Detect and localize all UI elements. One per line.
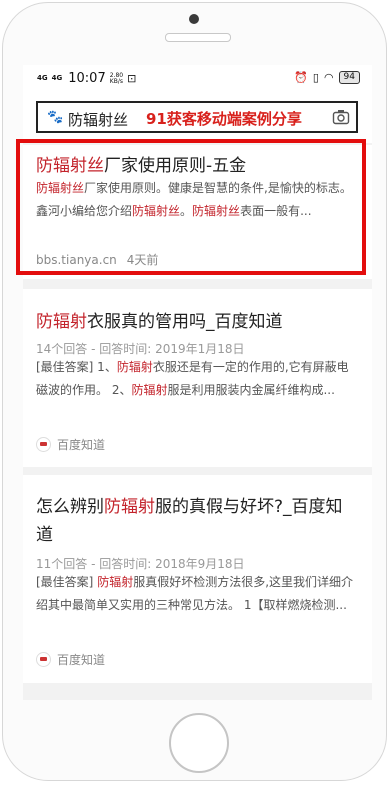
source-name: 百度知道 bbox=[57, 653, 106, 667]
result-meta: 11个回答 - 回答时间: 2018年9月18日 bbox=[36, 557, 245, 571]
result-title[interactable]: 怎么辨别防辐射服的真假与好坏?_百度知道 bbox=[36, 493, 356, 549]
result-snippet: [最佳答案] 1、防辐射衣服还是有一定的作用的,它有屏蔽电磁波的作用。 2、防辐… bbox=[36, 356, 356, 402]
title-text: 怎么辨别 bbox=[36, 497, 104, 517]
result-snippet: [最佳答案] 防辐射服真假好坏检测方法很多,这里我们详细介绍其中最简单又实用的三… bbox=[36, 571, 356, 617]
status-bar: 4G 4G 10:07 2.80 KB/s ⊡ ⏰ ▯ ◠ 94 bbox=[23, 65, 372, 93]
overlay-caption: 91获客移动端案例分享 bbox=[146, 110, 302, 128]
result-source: 百度知道 bbox=[36, 651, 105, 668]
search-input[interactable]: 🐾 防辐射丝 91获客移动端案例分享 bbox=[36, 101, 358, 133]
phone-frame: 4G 4G 10:07 2.80 KB/s ⊡ ⏰ ▯ ◠ 94 🐾 防辐射丝 … bbox=[2, 2, 387, 781]
alarm-icon: ⏰ bbox=[294, 71, 308, 84]
network-indicator-1: 4G bbox=[37, 74, 48, 82]
earpiece-speaker bbox=[165, 33, 231, 42]
highlight-box bbox=[16, 139, 366, 275]
title-keyword: 防辐射 bbox=[104, 497, 155, 517]
snippet-keyword: 防辐射 bbox=[116, 360, 153, 374]
search-query: 防辐射丝 bbox=[68, 111, 129, 129]
home-button[interactable] bbox=[169, 713, 229, 773]
result-source: 百度知道 bbox=[36, 436, 105, 453]
snippet-keyword: 防辐射 bbox=[131, 383, 168, 397]
battery-indicator: 94 bbox=[338, 71, 360, 84]
snippet-keyword: 防辐射 bbox=[97, 575, 134, 589]
clock: 10:07 bbox=[68, 71, 106, 86]
snippet-text: [最佳答案] 1、 bbox=[36, 360, 117, 374]
result-title[interactable]: 防辐射衣服真的管用吗_百度知道 bbox=[36, 307, 283, 332]
snippet-text: [最佳答案] bbox=[36, 575, 98, 589]
notification-icon: ⊡ bbox=[127, 72, 137, 85]
snippet-text: 服是利用服装内金属纤维构成... bbox=[167, 383, 335, 397]
title-keyword: 防辐射 bbox=[36, 312, 87, 332]
baidu-paw-icon: 🐾 bbox=[47, 110, 64, 125]
title-text: 衣服真的管用吗_百度知道 bbox=[87, 312, 283, 332]
network-speed: 2.80 KB/s bbox=[109, 72, 123, 85]
front-camera bbox=[189, 14, 199, 24]
baidu-zhidao-icon bbox=[36, 437, 51, 452]
speed-unit: KB/s bbox=[109, 77, 123, 85]
result-meta: 14个回答 - 回答时间: 2019年1月18日 bbox=[36, 342, 245, 356]
camera-icon[interactable] bbox=[332, 109, 350, 125]
network-indicator-2: 4G bbox=[51, 74, 63, 82]
result-card-3[interactable]: 怎么辨别防辐射服的真假与好坏?_百度知道 11个回答 - 回答时间: 2018年… bbox=[23, 475, 372, 683]
result-card-2[interactable]: 防辐射衣服真的管用吗_百度知道 14个回答 - 回答时间: 2019年1月18日… bbox=[23, 289, 372, 467]
source-name: 百度知道 bbox=[57, 438, 106, 452]
wifi-icon: ◠ bbox=[323, 71, 334, 84]
baidu-zhidao-icon bbox=[36, 652, 51, 667]
search-bar: 🐾 防辐射丝 91获客移动端案例分享 bbox=[23, 93, 372, 143]
vibrate-icon: ▯ bbox=[312, 71, 319, 84]
